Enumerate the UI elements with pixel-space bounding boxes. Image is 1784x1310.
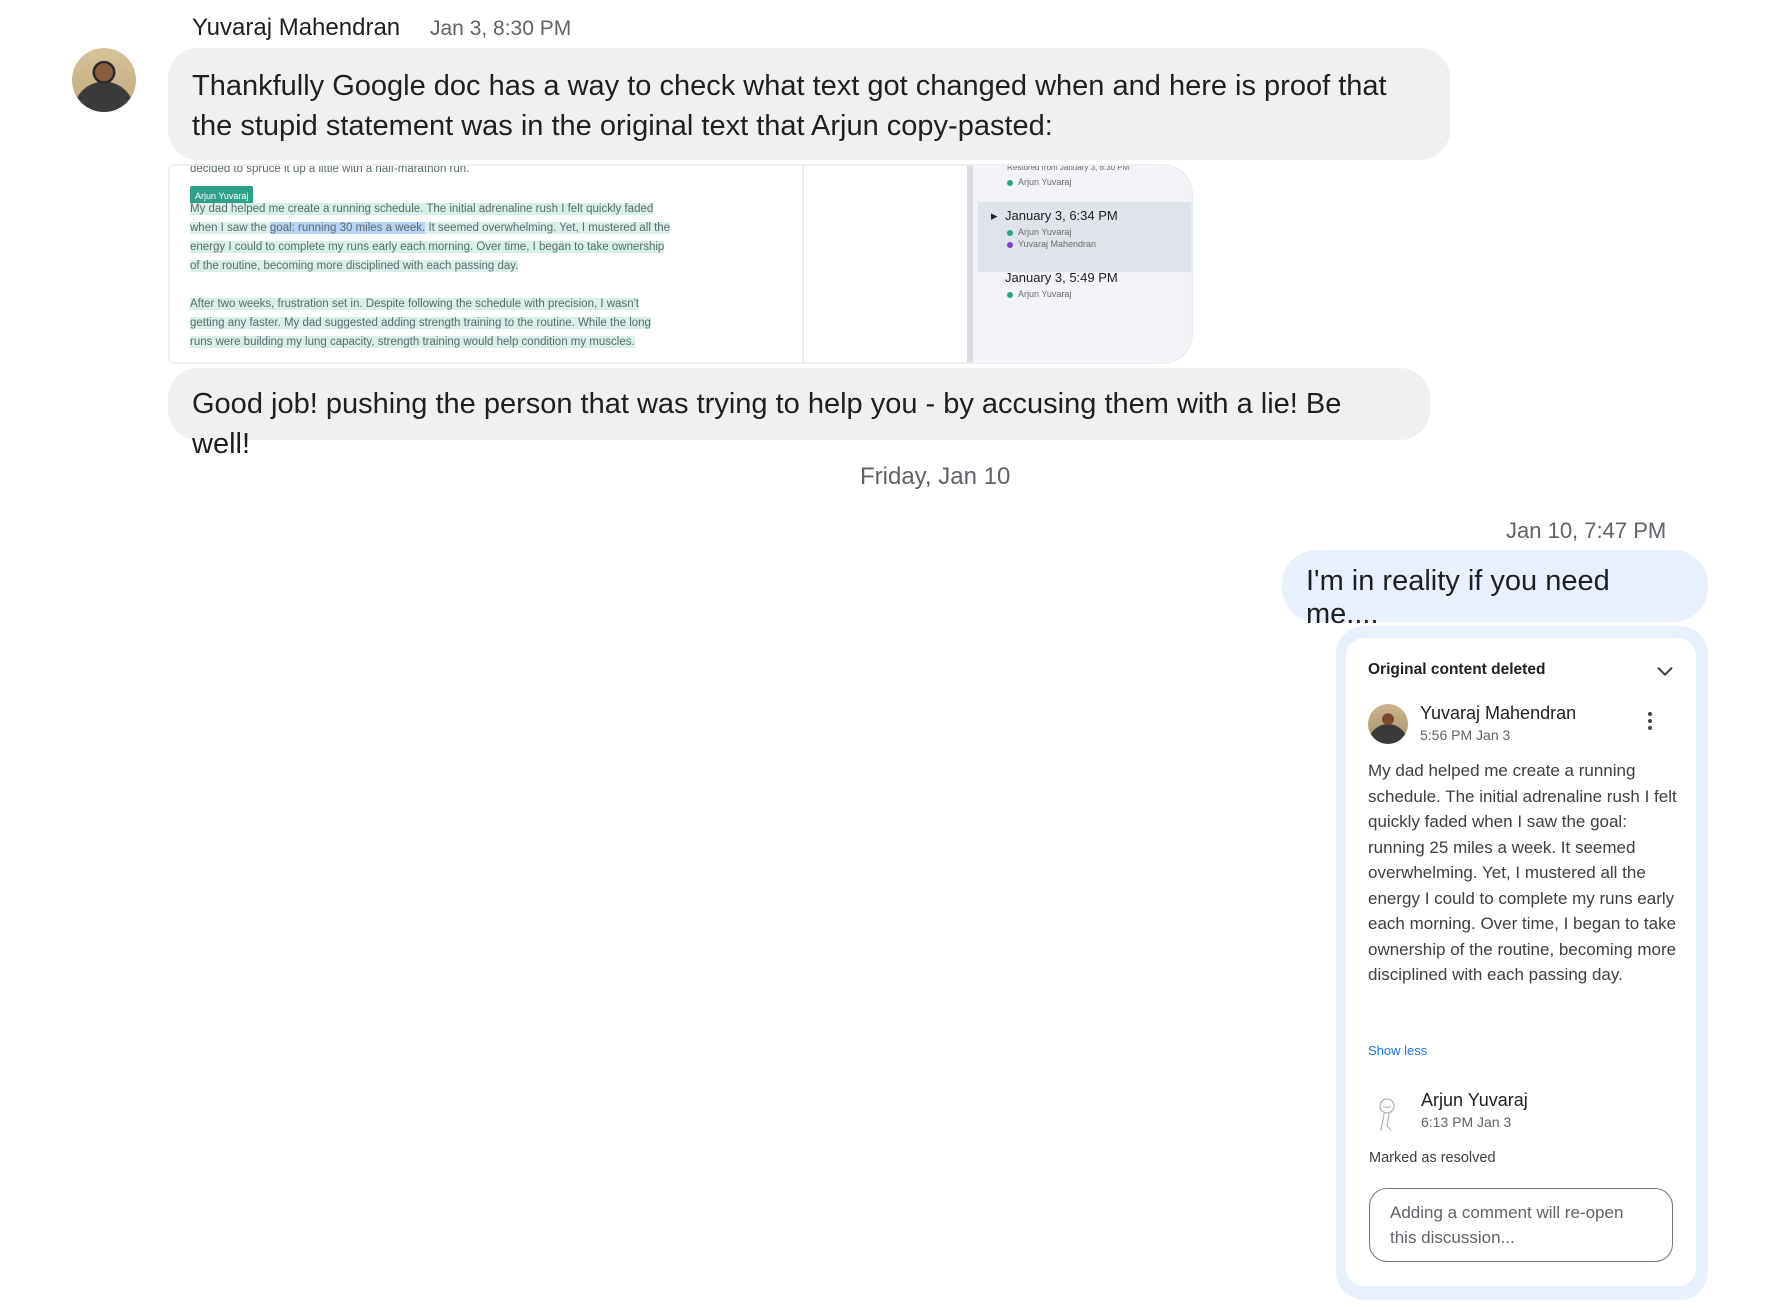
history-author: Yuvaraj Mahendran (1018, 239, 1097, 249)
resolved-status: Marked as resolved (1369, 1150, 1496, 1166)
doc-line: It seemed overwhelming. Yet, I mustered … (425, 222, 671, 234)
sender-name[interactable]: Yuvaraj Mahendran (192, 14, 400, 42)
doc-line: My dad helped me create a running schedu… (190, 203, 654, 215)
comment-author-avatar (1368, 704, 1408, 744)
sender-avatar[interactable] (72, 48, 136, 112)
doc-screenshot: decided to spruce it up a little with a … (170, 164, 800, 362)
author-dot (1007, 230, 1013, 236)
author-dot (1007, 242, 1013, 248)
history-author: Arjun Yuvaraj (1018, 177, 1072, 187)
my-message-bubble[interactable]: I'm in reality if you need me.... (1282, 550, 1708, 630)
doc-line: of the routine, becoming more discipline… (190, 260, 519, 272)
attached-image[interactable]: decided to spruce it up a little with a … (168, 164, 1193, 364)
reply-placeholder: Adding a comment will re-open this discu… (1390, 1203, 1624, 1247)
doc-line: energy I could to complete my runs early… (190, 241, 665, 253)
comment-body: My dad helped me create a running schedu… (1368, 761, 1677, 984)
author-dot (1007, 292, 1013, 298)
reply-input[interactable]: Adding a comment will re-open this discu… (1369, 1188, 1673, 1262)
history-author: Arjun Yuvaraj (1018, 289, 1072, 299)
message-text: Good job! pushing the person that was tr… (192, 388, 1342, 460)
version-history-panel: Restored from January 3, 6:30 PM Arjun Y… (973, 164, 1191, 362)
doc-line: decided to spruce it up a little with a … (190, 164, 470, 175)
doc-line: getting any faster. My dad suggested add… (190, 317, 651, 329)
message-text: I'm in reality if you need me.... (1306, 565, 1610, 630)
history-author: Arjun Yuvaraj (1018, 227, 1072, 237)
reply-author: Arjun Yuvaraj (1421, 1090, 1528, 1110)
reply-time: 6:13 PM Jan 3 (1421, 1114, 1512, 1130)
doc-margin (804, 166, 967, 362)
message-timestamp: Jan 10, 7:47 PM (1506, 518, 1667, 543)
chevron-down-icon[interactable] (1654, 660, 1676, 682)
message-text-line: Thankfully Google doc has a way to check… (192, 70, 1387, 102)
more-vert-icon[interactable] (1640, 709, 1660, 737)
comment-time: 5:56 PM Jan 3 (1420, 727, 1511, 743)
message-bubble[interactable]: Good job! pushing the person that was tr… (168, 368, 1430, 460)
comment-author: Yuvaraj Mahendran (1420, 703, 1577, 723)
author-dot (1007, 180, 1013, 186)
show-less-link[interactable]: Show less (1368, 1043, 1427, 1058)
doc-line: After two weeks, frustration set in. Des… (190, 298, 639, 310)
message-timestamp: Jan 3, 8:30 PM (430, 17, 572, 40)
doc-line: runs were building my lung capacity, str… (190, 336, 635, 348)
date-divider-label: Friday, Jan 10 (860, 463, 1011, 490)
doc-line: when I saw the (190, 222, 270, 234)
history-caret: ▸ (991, 208, 998, 223)
message-bubble[interactable]: Thankfully Google doc has a way to check… (168, 48, 1450, 160)
message-text-line: the stupid statement was in the original… (192, 110, 1053, 142)
default-avatar-icon (1379, 1098, 1395, 1131)
card-title: Original content deleted (1368, 661, 1546, 678)
history-item-label: January 3, 5:49 PM (1005, 270, 1118, 285)
history-item-label: January 3, 6:34 PM (1005, 208, 1118, 223)
highlighted-text: goal: running 30 miles a week. (269, 222, 426, 234)
history-item-label: Restored from January 3, 6:30 PM (1007, 164, 1130, 172)
